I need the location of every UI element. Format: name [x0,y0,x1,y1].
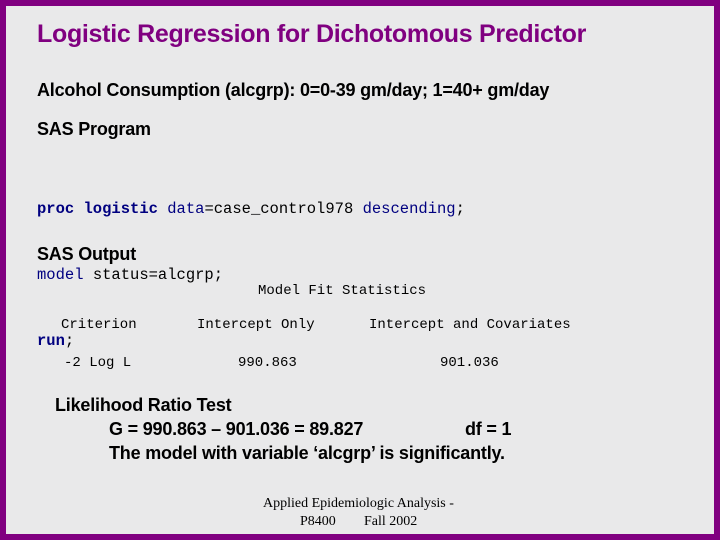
slide: Logistic Regression for Dichotomous Pred… [6,6,714,534]
fit-table-cell-intercept-only: 990.863 [238,355,297,371]
variable-description: Alcohol Consumption (alcgrp): 0=0-39 gm/… [37,80,550,100]
fit-table-header-criterion: Criterion [61,317,137,333]
fit-table-title: Model Fit Statistics [258,283,427,299]
footer-course-code: P8400 [300,514,336,529]
code-option: model [37,266,84,284]
slide-title: Logistic Regression for Dichotomous Pred… [37,20,587,48]
fit-table-cell-criterion: -2 Log L [64,355,132,371]
code-line-1: proc logistic data=case_control978 desce… [37,198,465,220]
code-text: ; [64,332,75,350]
footer-course-title: Applied Epidemiologic Analysis - [263,496,454,511]
lrt-heading: Likelihood Ratio Test [55,395,232,415]
fit-table-header-intercept-covariates: Intercept and Covariates [369,317,571,333]
sas-program-heading: SAS Program [37,119,151,139]
sas-output-heading: SAS Output [37,244,136,264]
code-text: status=alcgrp; [83,266,224,284]
lrt-conclusion: The model with variable ‘alcgrp’ is sign… [109,443,505,463]
code-text: ; [455,200,465,218]
footer-term: Fall 2002 [364,514,418,529]
fit-table-cell-intercept-covariates: 901.036 [440,355,499,371]
lrt-df: df = 1 [465,419,512,439]
code-line-3: run; [37,330,465,352]
fit-table-header-intercept-only: Intercept Only [197,317,315,333]
code-text: =case_control978 [204,200,363,218]
code-option: descending [362,200,456,218]
code-option: data [157,200,205,218]
code-keyword: proc logistic [37,200,158,218]
lrt-equation: G = 990.863 – 901.036 = 89.827 [109,419,364,439]
code-keyword: run [37,332,65,350]
